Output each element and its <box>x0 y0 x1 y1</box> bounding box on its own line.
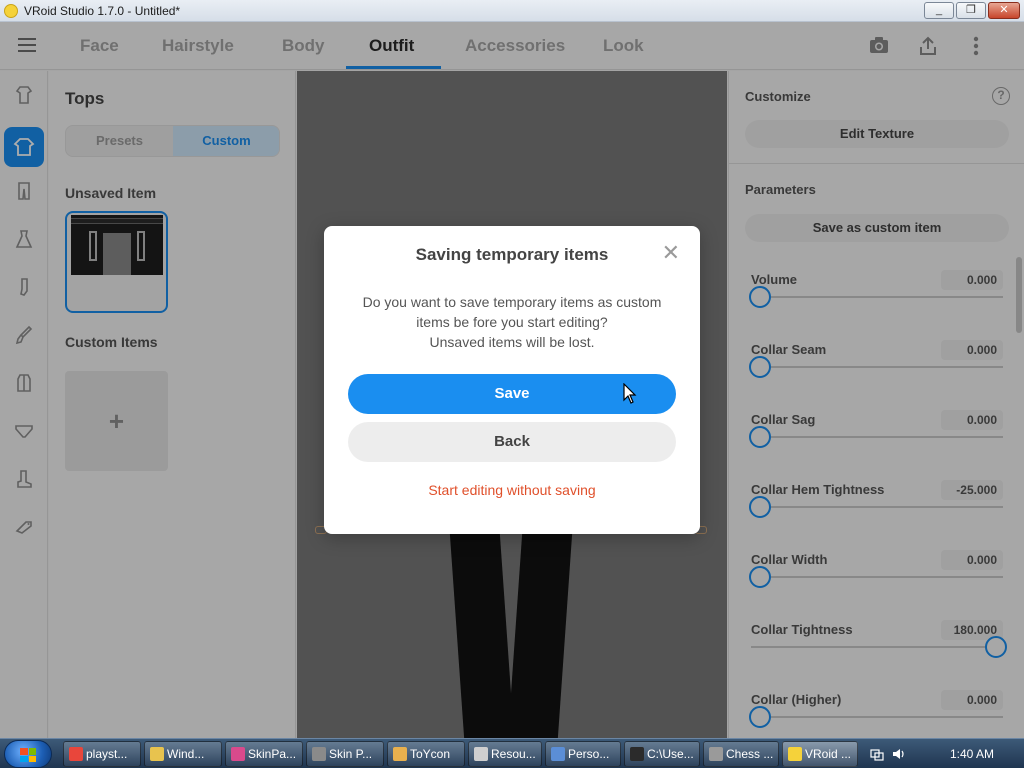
task-label: VRoid ... <box>805 747 852 761</box>
start-without-saving-link[interactable]: Start editing without saving <box>324 482 700 498</box>
task-label: SkinPa... <box>248 747 297 761</box>
task-icon <box>312 747 326 761</box>
app-window: VRoid Studio 1.7.0 - Untitled* _ ❐ ✕ Fac… <box>0 0 1024 738</box>
task-label: Wind... <box>167 747 205 761</box>
title-bar: VRoid Studio 1.7.0 - Untitled* _ ❐ ✕ <box>0 0 1024 22</box>
task-icon <box>393 747 407 761</box>
task-label: ToYcon <box>410 747 451 761</box>
task-icon <box>474 747 488 761</box>
taskbar-item[interactable]: SkinPa... <box>225 741 303 767</box>
volume-icon[interactable] <box>892 747 906 761</box>
back-button[interactable]: Back <box>348 422 676 462</box>
minimize-button[interactable]: _ <box>924 2 954 19</box>
taskbar-item[interactable]: Resou... <box>468 741 542 767</box>
taskbar-item[interactable]: Perso... <box>545 741 621 767</box>
task-label: Skin P... <box>329 747 373 761</box>
task-icon <box>69 747 83 761</box>
maximize-button[interactable]: ❐ <box>956 2 986 19</box>
taskbar: playst... Wind... SkinPa... Skin P... To… <box>0 738 1024 768</box>
dialog-message-line: items be fore you start editing? <box>416 314 608 330</box>
window-controls: _ ❐ ✕ <box>924 2 1020 19</box>
task-label: Chess ... <box>726 747 774 761</box>
task-label: playst... <box>86 747 128 761</box>
taskbar-item[interactable]: ToYcon <box>387 741 465 767</box>
dialog-message-line: Unsaved items will be lost. <box>429 334 595 350</box>
task-icon <box>231 747 245 761</box>
task-label: Resou... <box>491 747 536 761</box>
clock: 1:40 AM <box>950 747 995 761</box>
task-label: C:\Use... <box>647 747 694 761</box>
taskbar-item[interactable]: Wind... <box>144 741 222 767</box>
task-label: Perso... <box>568 747 610 761</box>
close-window-button[interactable]: ✕ <box>988 2 1020 19</box>
task-icon <box>630 747 644 761</box>
taskbar-item[interactable]: Chess ... <box>703 741 779 767</box>
task-icon <box>788 747 802 761</box>
taskbar-item[interactable]: C:\Use... <box>624 741 700 767</box>
windows-logo-icon <box>20 748 36 762</box>
system-tray: 1:40 AM <box>862 740 1024 768</box>
close-icon[interactable]: ✕ <box>662 242 680 264</box>
task-icon <box>150 747 164 761</box>
start-button[interactable] <box>4 740 52 768</box>
taskbar-item[interactable]: playst... <box>63 741 141 767</box>
save-temporary-items-dialog: Saving temporary items ✕ Do you want to … <box>324 226 700 534</box>
window-title: VRoid Studio 1.7.0 - Untitled* <box>24 3 181 18</box>
network-icon[interactable] <box>870 747 884 761</box>
dialog-message-line: Do you want to save temporary items as c… <box>362 294 662 310</box>
taskbar-item-active[interactable]: VRoid ... <box>782 741 858 767</box>
dialog-title: Saving temporary items <box>415 245 609 264</box>
task-icon <box>709 747 723 761</box>
dialog-message: Do you want to save temporary items as c… <box>348 292 676 352</box>
task-icon <box>551 747 565 761</box>
vroid-app-icon <box>4 3 18 18</box>
taskbar-item[interactable]: Skin P... <box>306 741 384 767</box>
